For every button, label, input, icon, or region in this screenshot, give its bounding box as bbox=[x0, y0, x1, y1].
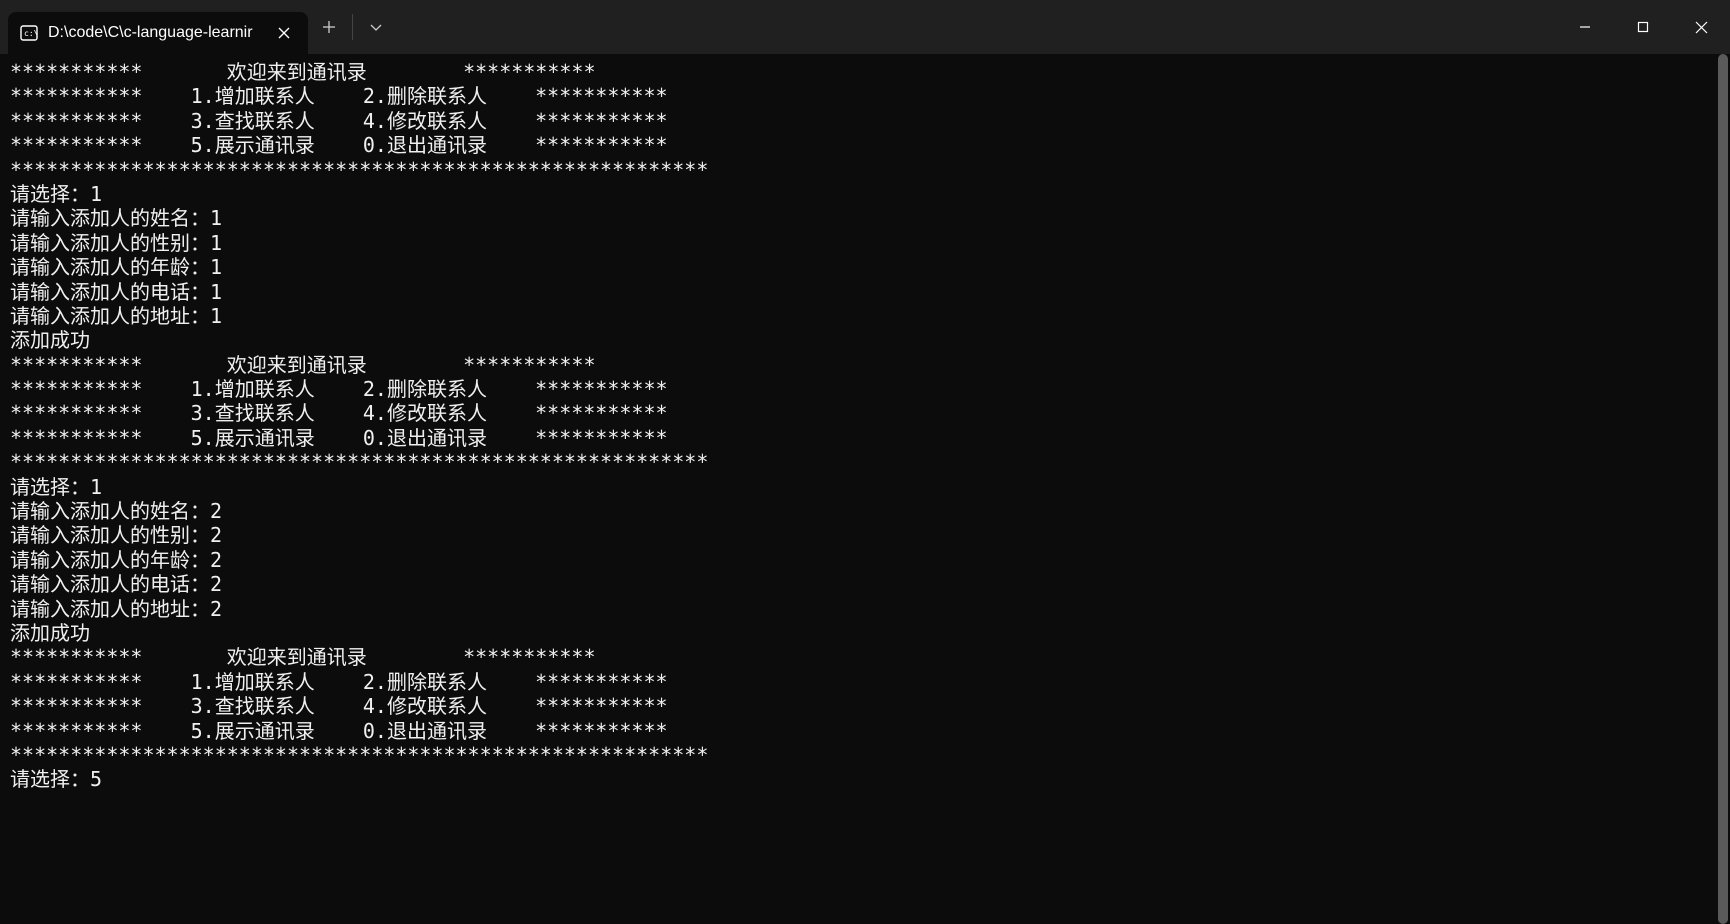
tab-close-button[interactable] bbox=[272, 21, 296, 45]
terminal-line: 请输入添加人的姓名：2 bbox=[10, 499, 1720, 523]
scrollbar-thumb[interactable] bbox=[1718, 54, 1728, 924]
tab-dropdown-button[interactable] bbox=[355, 0, 397, 54]
terminal-line: 请输入添加人的性别：2 bbox=[10, 523, 1720, 547]
terminal-line: *********** 1.增加联系人 2.删除联系人 *********** bbox=[10, 377, 1720, 401]
terminal-line: 请输入添加人的年龄：2 bbox=[10, 548, 1720, 572]
new-tab-button[interactable] bbox=[308, 0, 350, 54]
tab-area: c:\ D:\code\C\c-language-learnir bbox=[0, 0, 308, 54]
terminal-line: 请选择：5 bbox=[10, 767, 1720, 791]
terminal-line: 添加成功 bbox=[10, 621, 1720, 645]
terminal-line: 请选择：1 bbox=[10, 182, 1720, 206]
terminal-line: ****************************************… bbox=[10, 158, 1720, 182]
terminal-line: *********** 3.查找联系人 4.修改联系人 *********** bbox=[10, 109, 1720, 133]
terminal-line: *********** 1.增加联系人 2.删除联系人 *********** bbox=[10, 84, 1720, 108]
terminal-line: *********** 5.展示通讯录 0.退出通讯录 *********** bbox=[10, 719, 1720, 743]
terminal-line: *********** 3.查找联系人 4.修改联系人 *********** bbox=[10, 694, 1720, 718]
minimize-button[interactable] bbox=[1556, 0, 1614, 54]
close-icon bbox=[278, 27, 290, 39]
titlebar-drag-area[interactable] bbox=[397, 0, 1556, 54]
terminal-line: 请输入添加人的电话：1 bbox=[10, 280, 1720, 304]
window-controls bbox=[1556, 0, 1730, 54]
cmd-icon: c:\ bbox=[20, 24, 38, 42]
tab-title: D:\code\C\c-language-learnir bbox=[48, 24, 264, 42]
terminal-line: *********** 欢迎来到通讯录 *********** bbox=[10, 645, 1720, 669]
terminal-line: *********** 欢迎来到通讯录 *********** bbox=[10, 60, 1720, 84]
terminal-line: 请输入添加人的姓名：1 bbox=[10, 206, 1720, 230]
separator bbox=[352, 14, 353, 40]
terminal-tab[interactable]: c:\ D:\code\C\c-language-learnir bbox=[8, 12, 308, 54]
terminal-line: 请选择：1 bbox=[10, 475, 1720, 499]
plus-icon bbox=[322, 20, 336, 34]
terminal-line: 添加成功 bbox=[10, 328, 1720, 352]
terminal-line: 请输入添加人的地址：1 bbox=[10, 304, 1720, 328]
terminal-output[interactable]: *********** 欢迎来到通讯录 ********************… bbox=[0, 54, 1730, 924]
terminal-line: 请输入添加人的性别：1 bbox=[10, 231, 1720, 255]
close-icon bbox=[1695, 21, 1708, 34]
terminal-line: 请输入添加人的电话：2 bbox=[10, 572, 1720, 596]
terminal-line: *********** 5.展示通讯录 0.退出通讯录 *********** bbox=[10, 426, 1720, 450]
scrollbar[interactable] bbox=[1716, 54, 1730, 924]
svg-text:c:\: c:\ bbox=[24, 29, 38, 38]
terminal-line: *********** 3.查找联系人 4.修改联系人 *********** bbox=[10, 401, 1720, 425]
terminal-line: 请输入添加人的年龄：1 bbox=[10, 255, 1720, 279]
terminal-line: *********** 1.增加联系人 2.删除联系人 *********** bbox=[10, 670, 1720, 694]
minimize-icon bbox=[1579, 21, 1591, 33]
chevron-down-icon bbox=[369, 20, 383, 34]
terminal-line: *********** 欢迎来到通讯录 *********** bbox=[10, 353, 1720, 377]
close-window-button[interactable] bbox=[1672, 0, 1730, 54]
maximize-icon bbox=[1637, 21, 1649, 33]
titlebar: c:\ D:\code\C\c-language-learnir bbox=[0, 0, 1730, 54]
terminal-line: ****************************************… bbox=[10, 450, 1720, 474]
maximize-button[interactable] bbox=[1614, 0, 1672, 54]
terminal-line: ****************************************… bbox=[10, 743, 1720, 767]
terminal-line: 请输入添加人的地址：2 bbox=[10, 597, 1720, 621]
terminal-line: *********** 5.展示通讯录 0.退出通讯录 *********** bbox=[10, 133, 1720, 157]
